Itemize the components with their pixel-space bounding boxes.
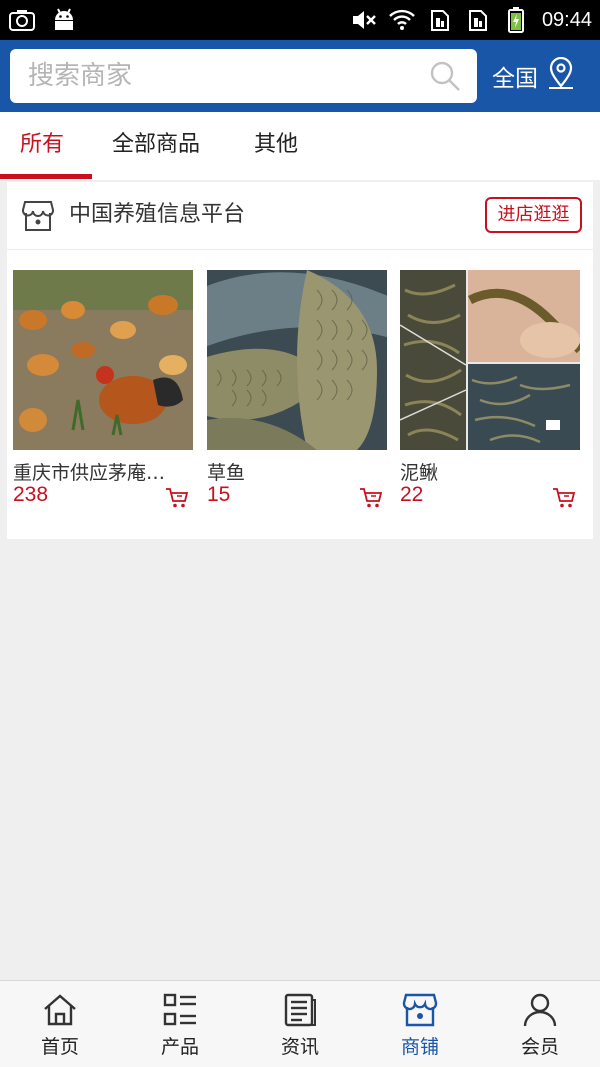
sim2-icon [464,6,492,34]
shop-icon [21,199,55,233]
screenshot-icon [8,6,36,34]
sim1-icon [426,6,454,34]
cart-icon[interactable] [552,487,576,509]
nav-news-label: 资讯 [280,1036,319,1058]
grid-list-icon [162,992,198,1028]
nav-news[interactable]: 资讯 [240,981,360,1067]
product-item[interactable]: 泥鳅 22 [400,270,580,520]
store-name: 中国养殖信息平台 [69,202,246,227]
android-icon [50,6,78,34]
bottom-nav: 首页 产品 资讯 商铺 会员 [0,980,600,1067]
category-tabs: 所有 全部商品 其他 [0,112,600,180]
status-bar: 09:44 [0,0,600,40]
home-icon [42,992,78,1028]
visit-store-button[interactable]: 进店逛逛 [485,197,582,233]
tab-all[interactable]: 所有 [20,112,64,180]
wifi-icon [388,6,416,34]
location-pin-icon [546,56,576,95]
app-header: 全国 [0,40,600,112]
store-card: 中国养殖信息平台 进店逛逛 重庆市供应茅庵… 238 草鱼 15 泥鳅 22 [7,182,593,539]
shop-icon [402,992,438,1028]
battery-icon [502,6,530,34]
user-icon [522,992,558,1028]
cart-icon[interactable] [359,487,383,509]
product-name: 泥鳅 [400,462,439,484]
tab-active-indicator [0,174,92,179]
tab-other[interactable]: 其他 [254,112,298,180]
product-item[interactable]: 重庆市供应茅庵… 238 [13,270,193,520]
nav-products[interactable]: 产品 [120,981,240,1067]
nav-shops[interactable]: 商铺 [360,981,480,1067]
product-list: 重庆市供应茅庵… 238 草鱼 15 泥鳅 22 [7,270,593,520]
product-image-grass-carp [207,270,387,450]
status-time: 09:44 [541,8,592,31]
tab-all-products[interactable]: 全部商品 [112,112,200,180]
nav-home[interactable]: 首页 [0,981,120,1067]
cart-icon[interactable] [165,487,189,509]
nav-home-label: 首页 [40,1036,79,1058]
news-icon [282,992,318,1028]
product-price: 15 [207,483,231,506]
product-price: 22 [400,483,424,506]
product-name: 重庆市供应茅庵… [13,462,166,484]
nav-shops-label: 商铺 [400,1036,439,1058]
search-box[interactable] [10,49,477,103]
product-item[interactable]: 草鱼 15 [207,270,387,520]
region-selector[interactable]: 全国 [492,54,576,98]
product-name: 草鱼 [207,462,246,484]
store-header[interactable]: 中国养殖信息平台 进店逛逛 [7,182,593,250]
product-price: 238 [13,483,49,506]
search-input[interactable] [28,49,408,103]
mute-icon [350,6,378,34]
nav-member-label: 会员 [520,1036,559,1058]
region-label: 全国 [492,66,538,92]
nav-member[interactable]: 会员 [480,981,600,1067]
search-icon[interactable] [429,60,461,92]
nav-products-label: 产品 [160,1036,199,1058]
product-image-loach [400,270,580,450]
product-image-chickens [13,270,193,450]
